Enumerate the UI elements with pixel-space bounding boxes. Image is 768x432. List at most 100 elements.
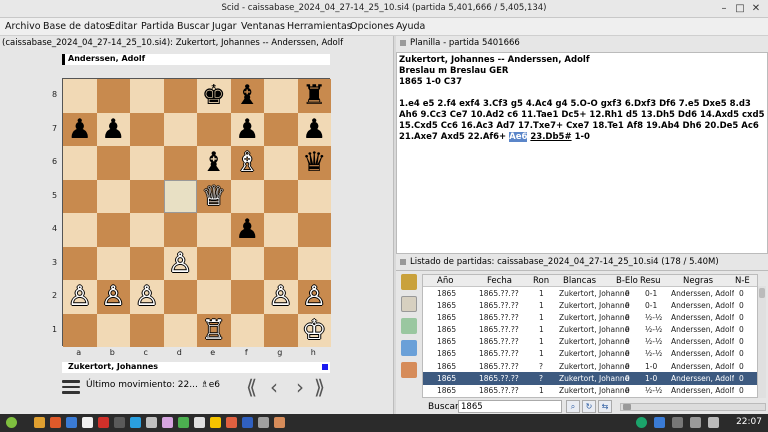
piece-h1[interactable]: ♔ (298, 314, 332, 348)
menu-opciones[interactable]: Opciones (350, 21, 394, 32)
piece-a7[interactable]: ♟ (63, 113, 97, 147)
piece-e1[interactable]: ♖ (197, 314, 231, 348)
nav-back-button[interactable]: ‹ (270, 376, 278, 398)
square-h5[interactable] (297, 179, 331, 213)
app-icon[interactable] (178, 417, 189, 428)
square-d8[interactable] (163, 79, 197, 113)
square-a8[interactable] (63, 79, 97, 113)
square-g3[interactable] (264, 246, 298, 280)
table-row[interactable]: 1865 1865.??.?? 1 Zukertort, Johanne 0 ½-½ And… (423, 348, 757, 360)
piece-f8[interactable]: ♝ (231, 79, 265, 113)
table-row[interactable]: 1865 1865.??.?? 1 Zukertort, Johanne 0 ½-½ And… (423, 311, 757, 323)
square-g1[interactable] (264, 313, 298, 347)
square-g7[interactable] (264, 112, 298, 146)
stats-chart-icon[interactable] (401, 340, 417, 356)
hamburger-menu-icon[interactable] (62, 380, 80, 394)
app-icon[interactable] (82, 417, 93, 428)
piece-f6[interactable]: ♗ (231, 146, 265, 180)
planilla-tab[interactable]: Planilla - partida 5401666 (400, 38, 760, 52)
square-d7[interactable] (163, 112, 197, 146)
piece-b7[interactable]: ♟ (97, 113, 131, 147)
piece-h8[interactable]: ♜ (298, 79, 332, 113)
scid-taskbar-icon[interactable] (274, 417, 285, 428)
app-icon[interactable] (194, 417, 205, 428)
table-row[interactable]: 1865 1865.??.?? 1 Zukertort, Johanne 0 ½-½ And… (423, 385, 757, 397)
square-c4[interactable] (130, 213, 164, 247)
game-list-tab[interactable]: Listado de partidas: caissabase_2024_04_… (400, 257, 764, 271)
square-b8[interactable] (96, 79, 130, 113)
square-d6[interactable] (163, 146, 197, 180)
square-g8[interactable] (264, 79, 298, 113)
nav-end-button[interactable]: ⟫ (314, 376, 325, 398)
board-icon[interactable] (401, 362, 417, 378)
piece-d3[interactable]: ♙ (164, 247, 198, 281)
menu-archivo[interactable]: Archivo (5, 21, 41, 32)
square-d1[interactable] (163, 313, 197, 347)
table-row[interactable]: 18651865.??.??1Zukertort, Johanne01-0And… (423, 397, 757, 398)
app-icon[interactable] (98, 417, 109, 428)
menu-ayuda[interactable]: Ayuda (396, 21, 425, 32)
col-year[interactable]: Año (437, 276, 453, 286)
square-c1[interactable] (130, 313, 164, 347)
piece-h6[interactable]: ♛ (298, 146, 332, 180)
square-b3[interactable] (96, 246, 130, 280)
square-f3[interactable] (230, 246, 264, 280)
square-c3[interactable] (130, 246, 164, 280)
piece-f7[interactable]: ♟ (231, 113, 265, 147)
app-icon[interactable] (242, 417, 253, 428)
horizontal-scrollbar-thumb[interactable] (623, 404, 631, 410)
horizontal-scrollbar[interactable] (620, 403, 766, 411)
col-white-elo[interactable]: B-Elo (616, 276, 638, 286)
chess-board[interactable]: ♚ ♝ ♜ ♟ ♟ ♟ ♟ ♝ ♗ ♛ ♕ ♟ ♙ ♙ ♙ ♙ ♙ ♙ ♖ ♔ (62, 78, 332, 348)
reset-filter-icon[interactable]: ⇆ (598, 400, 612, 413)
col-result[interactable]: Resu (640, 276, 661, 286)
square-a6[interactable] (63, 146, 97, 180)
table-row[interactable]: 1865 1865.??.?? 1 Zukertort, Johanne 0 0-1 And… (423, 299, 757, 311)
piece-g2[interactable]: ♙ (264, 280, 298, 314)
col-black-elo[interactable]: N-E (735, 276, 750, 286)
minimize-icon[interactable]: – (718, 3, 730, 15)
app-icon[interactable] (226, 417, 237, 428)
square-a1[interactable] (63, 313, 97, 347)
piece-h2[interactable]: ♙ (298, 280, 332, 314)
square-e4[interactable] (197, 213, 231, 247)
menu-buscar[interactable]: Buscar (177, 21, 209, 32)
list-scrollbar[interactable] (758, 286, 766, 398)
piece-a2[interactable]: ♙ (63, 280, 97, 314)
square-a5[interactable] (63, 179, 97, 213)
piece-h7[interactable]: ♟ (298, 113, 332, 147)
app-icon[interactable] (50, 417, 61, 428)
square-d5[interactable] (163, 179, 197, 213)
tray-icon[interactable] (654, 417, 665, 428)
menu-jugar[interactable]: Jugar (212, 21, 237, 32)
col-date[interactable]: Fecha (487, 276, 512, 286)
square-b1[interactable] (96, 313, 130, 347)
square-h4[interactable] (297, 213, 331, 247)
volume-icon[interactable] (690, 417, 701, 428)
app-icon[interactable] (114, 417, 125, 428)
table-row[interactable]: 1865 1865.??.??? Zukertort, Johanne 0 1-0 And… (423, 372, 757, 385)
scrollbar-thumb[interactable] (759, 288, 765, 298)
menu-herramientas[interactable]: Herramientas (287, 21, 352, 32)
square-g6[interactable] (264, 146, 298, 180)
square-g4[interactable] (264, 213, 298, 247)
table-row[interactable]: 1865 1865.??.?? 1 Zukertort, Johanne 0 ½-½ And… (423, 324, 757, 336)
app-icon[interactable] (258, 417, 269, 428)
square-c8[interactable] (130, 79, 164, 113)
search-icon[interactable]: ⌕ (566, 400, 580, 413)
files-icon[interactable] (34, 417, 45, 428)
square-g5[interactable] (264, 179, 298, 213)
square-b4[interactable] (96, 213, 130, 247)
start-menu-icon[interactable] (6, 417, 17, 428)
col-black[interactable]: Negras (683, 276, 713, 286)
refresh-icon[interactable]: ↻ (582, 400, 596, 413)
col-white[interactable]: Blancas (563, 276, 596, 286)
close-icon[interactable]: ✕ (750, 3, 762, 15)
table-row[interactable]: 1865 1865.??.?? 1 Zukertort, Johanne 0 ½-½ And… (423, 336, 757, 348)
square-f5[interactable] (230, 179, 264, 213)
board-tab[interactable]: (caissabase_2024_04_27-14_25_10.si4): Zu… (2, 38, 390, 52)
square-c6[interactable] (130, 146, 164, 180)
square-d4[interactable] (163, 213, 197, 247)
app-icon[interactable] (162, 417, 173, 428)
book-icon[interactable] (401, 274, 417, 290)
